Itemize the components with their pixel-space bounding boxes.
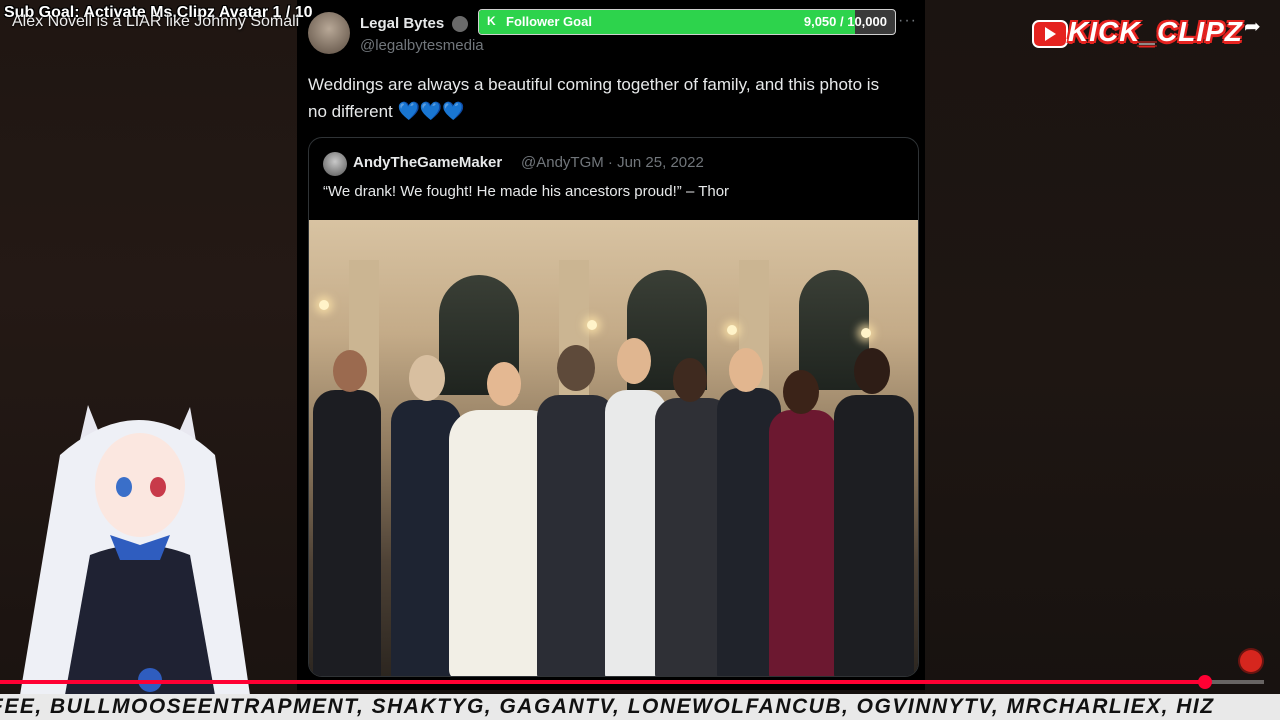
- photo-person: [769, 410, 837, 676]
- follower-goal-count: 9,050 / 10,000: [803, 14, 887, 29]
- vtuber-avatar: [20, 405, 250, 695]
- follower-goal-label: Follower Goal: [506, 14, 592, 29]
- photo-person-head: [729, 348, 763, 392]
- tweet-body: Weddings are always a beautiful coming t…: [308, 75, 880, 121]
- avatar-eye-left: [116, 477, 132, 497]
- photo-person-head: [854, 348, 890, 394]
- photo-person-head: [617, 338, 651, 384]
- photo-lamp: [861, 328, 871, 338]
- photo-person: [537, 395, 615, 676]
- quoted-author-handle-date[interactable]: @AndyTGM · Jun 25, 2022: [521, 154, 704, 171]
- photo-person-head: [409, 355, 445, 401]
- author-name[interactable]: Legal Bytes: [360, 15, 444, 32]
- video-progress-handle[interactable]: [1197, 675, 1212, 689]
- subscriber-ticker: FEE, BULLMOOSEENTRAPMENT, SHAKTYG, GAGAN…: [0, 694, 1280, 720]
- youtube-logo-icon: [1032, 20, 1068, 48]
- photo-person-head: [557, 345, 595, 391]
- video-progress-fill: [0, 680, 1205, 684]
- verified-badge-icon: [452, 16, 468, 32]
- right-background: [925, 0, 1280, 720]
- photo-person-head: [783, 370, 819, 414]
- photo-person-head: [487, 362, 521, 406]
- author-handle[interactable]: @legalbytesmedia: [360, 37, 484, 54]
- photo-person: [834, 395, 914, 676]
- brand-name: KICK_CLIPZ: [1068, 16, 1243, 47]
- quoted-author-name[interactable]: AndyTheGameMaker: [353, 154, 502, 171]
- video-progress-bar[interactable]: [0, 675, 1264, 689]
- subscribe-icon[interactable]: [1240, 650, 1262, 672]
- quoted-author-avatar[interactable]: [323, 152, 347, 176]
- photo-lamp: [727, 325, 737, 335]
- quoted-tweet[interactable]: AndyTheGameMaker @AndyTGM · Jun 25, 2022…: [308, 137, 919, 677]
- blue-hearts-emoji: 💙💙💙: [397, 101, 465, 121]
- photo-person-head: [673, 358, 707, 402]
- avatar-eye-right: [150, 477, 166, 497]
- tweet-text: Weddings are always a beautiful coming t…: [308, 72, 898, 125]
- follower-goal-bar: K Follower Goal 9,050 / 10,000: [478, 9, 896, 35]
- kick-logo-icon: K: [487, 14, 496, 28]
- more-options-icon[interactable]: ···: [898, 12, 917, 30]
- photo-lamp: [587, 320, 597, 330]
- photo-lamp: [319, 300, 329, 310]
- share-arrow-icon[interactable]: ➦: [1244, 14, 1261, 39]
- author-avatar[interactable]: [308, 12, 350, 54]
- ticker-text: FEE, BULLMOOSEENTRAPMENT, SHAKTYG, GAGAN…: [0, 695, 1215, 718]
- channel-brand: KICK_CLIPZ: [1032, 16, 1242, 50]
- photo-person-head: [333, 350, 367, 392]
- video-title[interactable]: Alex Novell is a LIAR like Johnny Somali: [12, 13, 299, 31]
- avatar-face: [95, 433, 185, 537]
- wedding-photo[interactable]: [309, 220, 918, 676]
- quoted-tweet-text: “We drank! We fought! He made his ancest…: [323, 183, 730, 200]
